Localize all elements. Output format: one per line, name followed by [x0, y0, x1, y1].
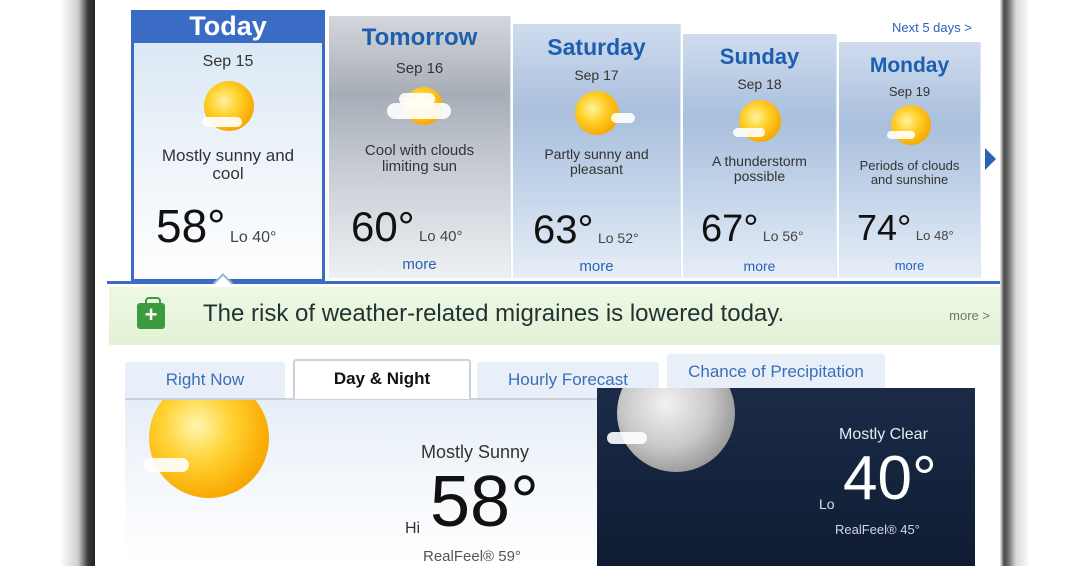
- day-date: Sep 18: [737, 76, 782, 92]
- cloud-icon: [143, 458, 189, 472]
- day-name: Today: [134, 10, 322, 43]
- day-high-temp: 60°: [351, 203, 415, 250]
- forecast-day-sunday[interactable]: Sunday Sep 18 A thunderstorm possible 67…: [683, 34, 837, 278]
- partly-sunny-icon: [683, 92, 836, 144]
- partly-sunny-icon: [513, 83, 680, 137]
- night-panel: Mostly Clear Lo 40° RealFeel® 45°: [597, 388, 975, 566]
- day-high-temp: 58°: [156, 200, 226, 252]
- day-condition: Partly sunny and pleasant: [544, 146, 649, 177]
- day-condition: Mostly Sunny: [421, 442, 530, 462]
- night-temp: 40°: [843, 444, 937, 513]
- day-low-temp: Lo 56°: [762, 228, 804, 244]
- more-link[interactable]: more: [513, 258, 680, 275]
- day-condition: A thunderstorm possible: [712, 153, 807, 184]
- lo-label: Lo: [819, 496, 835, 512]
- night-realfeel: RealFeel® 45°: [835, 522, 920, 537]
- cloud-icon: [607, 432, 647, 444]
- next-5-days-link[interactable]: Next 5 days >: [892, 20, 972, 35]
- migraine-banner: + The risk of weather-related migraines …: [109, 287, 1000, 345]
- forecast-day-today[interactable]: Today Sep 15 Mostly sunny and cool 58° L…: [131, 10, 325, 282]
- forecast-day-saturday[interactable]: Saturday Sep 17 Partly sunny and pleasan…: [513, 24, 681, 278]
- shopping-bag-plus-icon: +: [137, 297, 165, 329]
- day-low-temp: Lo 52°: [597, 230, 639, 246]
- next-days-arrow-icon[interactable]: [985, 148, 996, 170]
- day-name: Saturday: [547, 34, 646, 60]
- forecast-baseline: [107, 281, 1000, 284]
- day-date: Sep 17: [574, 67, 619, 83]
- banner-message: The risk of weather-related migraines is…: [203, 300, 785, 327]
- banner-more-link[interactable]: more >: [949, 308, 990, 323]
- day-name: Monday: [869, 54, 950, 77]
- day-high-temp: 63°: [533, 208, 594, 252]
- more-link[interactable]: more: [839, 258, 980, 273]
- day-name: Sunday: [719, 44, 800, 69]
- partly-sunny-icon: [839, 99, 980, 149]
- day-date: Sep 16: [395, 60, 444, 77]
- night-condition: Mostly Clear: [839, 426, 928, 443]
- day-condition: Mostly sunny and cool: [161, 146, 295, 183]
- right-frame-shadow: [1000, 0, 1080, 566]
- day-name: Tomorrow: [361, 24, 478, 51]
- sun-icon: [149, 400, 269, 498]
- more-link[interactable]: more: [329, 256, 510, 273]
- left-frame-shadow: [0, 0, 95, 566]
- day-date: Sep 15: [202, 53, 254, 70]
- moon-icon: [617, 388, 735, 472]
- day-low-temp: Lo 40°: [230, 229, 277, 246]
- day-temp: 58°: [430, 462, 539, 542]
- day-date: Sep 19: [888, 84, 931, 99]
- day-high-temp: 67°: [701, 208, 759, 250]
- hi-label: Hi: [405, 520, 421, 537]
- weather-page: Next 5 days > Today Sep 15 Mostly sunny …: [95, 0, 1000, 566]
- day-low-temp: Lo 48°: [915, 228, 954, 243]
- day-high-temp: 74°: [857, 207, 912, 248]
- more-link[interactable]: more: [683, 258, 836, 274]
- day-realfeel: RealFeel® 59°: [423, 548, 521, 565]
- day-low-temp: Lo 40°: [418, 228, 463, 245]
- day-condition: Periods of clouds and sunshine: [859, 158, 960, 187]
- tab-chance-of-precipitation[interactable]: Chance of Precipitation: [667, 354, 885, 390]
- partly-cloudy-icon: [329, 77, 510, 133]
- day-condition: Cool with clouds limiting sun: [364, 142, 475, 175]
- tab-day-and-night[interactable]: Day & Night: [293, 359, 471, 399]
- forecast-day-tomorrow[interactable]: Tomorrow Sep 16 Cool with clouds limitin…: [329, 16, 511, 278]
- sun-icon: [134, 71, 322, 133]
- day-panel: Mostly Sunny Hi 58° RealFeel® 59°: [125, 400, 597, 566]
- tab-right-now[interactable]: Right Now: [125, 362, 285, 398]
- forecast-day-monday[interactable]: Monday Sep 19 Periods of clouds and suns…: [839, 42, 981, 278]
